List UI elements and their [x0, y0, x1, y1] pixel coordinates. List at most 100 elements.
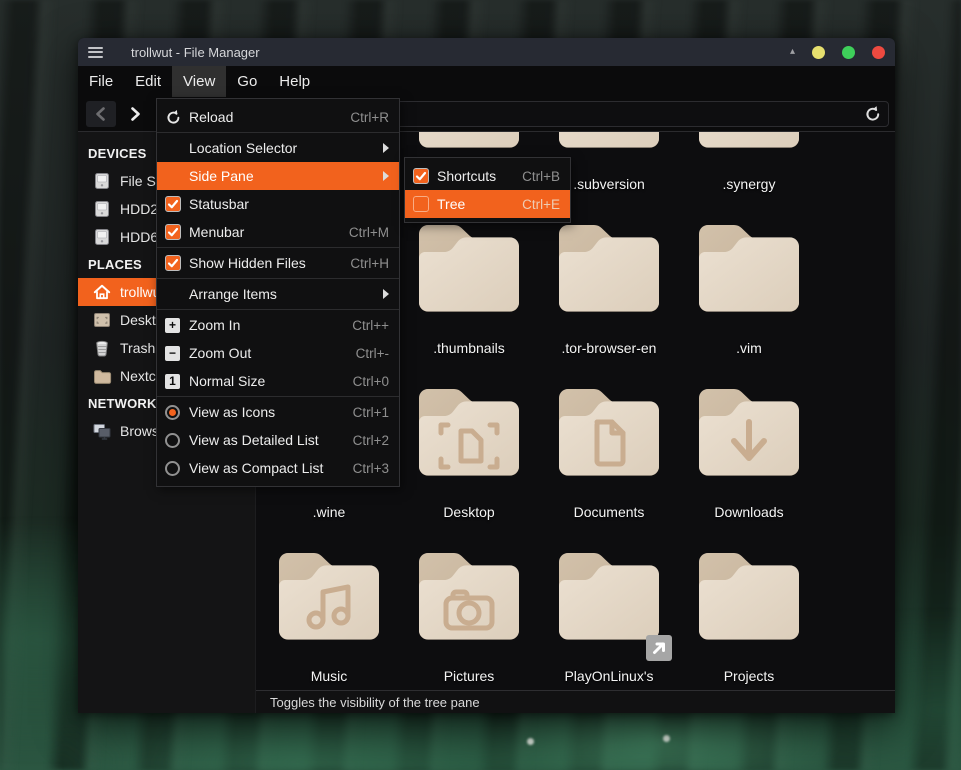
sidebar-item-label: Nextc	[120, 368, 156, 384]
zoom-out-icon: −	[165, 346, 189, 361]
folder-icon	[697, 132, 801, 156]
menubar-item-edit[interactable]: Edit	[124, 66, 172, 97]
desktop-icon	[92, 310, 112, 330]
menu-item-arrange-items[interactable]: Arrange Items	[157, 280, 399, 308]
menu-item-label: View as Compact List	[189, 460, 341, 476]
checkbox-checked-icon	[165, 224, 181, 240]
menu-item-box	[165, 224, 189, 240]
window-menu-icon[interactable]	[88, 47, 103, 58]
wallpaper-flower	[663, 735, 670, 742]
back-button[interactable]	[86, 101, 116, 127]
drive-icon	[92, 199, 112, 219]
menu-item-box	[165, 433, 189, 448]
close-button[interactable]	[872, 46, 885, 59]
file-label: .thumbnails	[399, 340, 539, 356]
drive-icon	[92, 227, 112, 247]
window-title: trollwut - File Manager	[131, 45, 260, 60]
file-label: Music	[259, 668, 399, 684]
folder-icon	[697, 544, 801, 648]
sidebar-item-label: Brows	[120, 423, 159, 439]
menu-item-zoom-in[interactable]: +Zoom InCtrl++	[157, 311, 399, 339]
menubar-item-help[interactable]: Help	[268, 66, 321, 97]
menu-item-box	[165, 405, 189, 420]
folder-icon	[557, 216, 661, 320]
shade-button[interactable]: ▴	[790, 47, 795, 57]
desktop-wallpaper: { "window": { "title": "trollwut - File …	[0, 0, 961, 770]
menu-item-box	[413, 196, 437, 212]
folder-icon	[557, 380, 661, 484]
chevron-left-icon	[93, 105, 109, 123]
checkbox-unchecked-icon	[413, 196, 429, 212]
folder-icon	[697, 216, 801, 320]
menubar-item-file[interactable]: File	[78, 66, 124, 97]
menu-item-shortcut: Ctrl+3	[353, 461, 389, 476]
menu-item-view-as-icons[interactable]: View as IconsCtrl+1	[157, 398, 399, 426]
folder-icon	[417, 380, 521, 484]
statusbar-text: Toggles the visibility of the tree pane	[270, 695, 480, 710]
menu-item-zoom-out[interactable]: −Zoom OutCtrl+-	[157, 339, 399, 367]
menu-separator	[157, 132, 399, 133]
symlink-emblem	[646, 635, 672, 661]
trash-icon	[92, 338, 112, 358]
submenu-arrow-icon	[383, 289, 389, 299]
menubar-item-view[interactable]: View	[172, 66, 226, 97]
menu-item-shortcut: Ctrl+M	[349, 225, 389, 240]
sidebar-item-label: Deskt	[120, 312, 156, 328]
menu-separator	[157, 247, 399, 248]
file-label: Projects	[679, 668, 819, 684]
titlebar[interactable]: trollwut - File Manager ▴	[78, 38, 895, 66]
file-label: .wine	[259, 504, 399, 520]
reload-button[interactable]	[858, 102, 888, 126]
menu-item-label: Arrange Items	[189, 286, 371, 302]
menu-item-label: Location Selector	[189, 140, 371, 156]
maximize-button[interactable]	[842, 46, 855, 59]
normal-size-icon: 1	[165, 374, 189, 389]
drive-icon	[92, 171, 112, 191]
menu-item-shortcut: Ctrl+H	[350, 256, 389, 271]
forward-button[interactable]	[120, 101, 150, 127]
folder-icon	[417, 544, 521, 648]
folder-icon	[417, 132, 521, 156]
menu-item-box	[413, 168, 437, 184]
submenu-item-shortcuts[interactable]: ShortcutsCtrl+B	[405, 162, 570, 190]
radio-selected-icon	[165, 405, 180, 420]
menu-item-view-as-detailed-list[interactable]: View as Detailed ListCtrl+2	[157, 426, 399, 454]
file-label: Downloads	[679, 504, 819, 520]
menu-item-menubar[interactable]: MenubarCtrl+M	[157, 218, 399, 246]
radio-icon	[165, 461, 180, 476]
chevron-right-icon	[127, 105, 143, 123]
menu-item-shortcut: Ctrl+B	[522, 169, 560, 184]
menu-item-view-as-compact-list[interactable]: View as Compact List Ctrl+3	[157, 454, 399, 482]
menu-item-box	[165, 255, 189, 271]
wallpaper-flower	[527, 738, 534, 745]
menu-item-label: Statusbar	[189, 196, 389, 212]
menu-item-box	[165, 461, 189, 476]
menu-item-normal-size[interactable]: 1Normal SizeCtrl+0	[157, 367, 399, 395]
menu-item-shortcut: Ctrl++	[352, 318, 389, 333]
folder-icon	[557, 544, 661, 648]
sidebar-item-label: File S	[120, 173, 156, 189]
menu-item-shortcut: Ctrl+E	[522, 197, 560, 212]
menubar-item-go[interactable]: Go	[226, 66, 268, 97]
file-label: Pictures	[399, 668, 539, 684]
menu-separator	[157, 396, 399, 397]
menu-item-show-hidden-files[interactable]: Show Hidden Files Ctrl+H	[157, 249, 399, 277]
menu-item-label: Reload	[189, 109, 338, 125]
menu-item-statusbar[interactable]: Statusbar	[157, 190, 399, 218]
file-label: .vim	[679, 340, 819, 356]
minimize-button[interactable]	[812, 46, 825, 59]
radio-icon	[165, 433, 180, 448]
menu-item-label: Tree	[437, 196, 510, 212]
submenu-item-tree[interactable]: Tree Ctrl+E	[405, 190, 570, 218]
menu-item-reload[interactable]: ReloadCtrl+R	[157, 103, 399, 131]
menu-item-side-pane[interactable]: Side Pane	[157, 162, 399, 190]
menu-item-location-selector[interactable]: Location Selector	[157, 134, 399, 162]
statusbar: Toggles the visibility of the tree pane	[256, 690, 895, 713]
file-label: Desktop	[399, 504, 539, 520]
home-icon	[92, 282, 112, 302]
menu-item-label: Show Hidden Files	[189, 255, 338, 271]
folder-icon	[92, 366, 112, 386]
folder-icon	[417, 216, 521, 320]
sidebar-item-label: HDD2	[120, 201, 158, 217]
menu-item-shortcut: Ctrl+1	[353, 405, 389, 420]
